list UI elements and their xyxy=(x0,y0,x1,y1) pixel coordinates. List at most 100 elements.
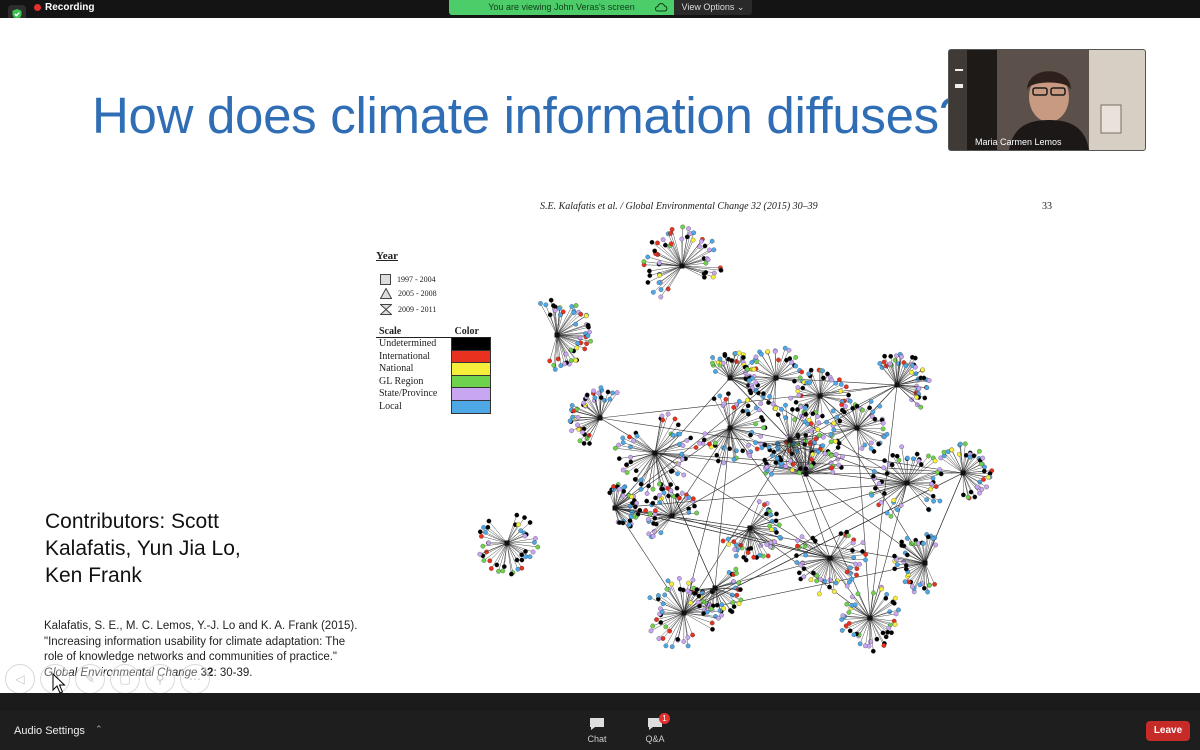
network-node xyxy=(581,441,587,446)
network-node xyxy=(732,547,738,552)
network-node xyxy=(558,363,564,369)
network-node xyxy=(790,407,795,412)
network-node xyxy=(551,303,556,308)
network-hub xyxy=(554,332,560,338)
network-node xyxy=(833,380,839,386)
network-node xyxy=(710,626,715,632)
video-menu-icon[interactable] xyxy=(955,69,963,71)
network-node xyxy=(881,465,887,471)
network-node xyxy=(658,287,664,292)
network-node xyxy=(840,613,846,619)
network-node xyxy=(795,543,800,549)
network-node xyxy=(621,488,627,494)
chevron-up-icon[interactable]: ⌃ xyxy=(95,724,103,735)
qa-button[interactable]: 1 Q&A xyxy=(635,713,675,744)
network-node xyxy=(892,595,898,601)
network-node xyxy=(717,393,723,399)
network-node xyxy=(674,485,680,491)
video-option-icon[interactable] xyxy=(955,84,963,88)
network-node xyxy=(821,434,826,440)
network-node xyxy=(701,437,707,443)
network-node xyxy=(723,396,729,402)
previous-slide-icon[interactable]: ◁ xyxy=(5,664,35,693)
network-node xyxy=(882,491,887,496)
slides-icon[interactable]: ▢ xyxy=(110,664,140,693)
network-node xyxy=(961,492,966,498)
network-node xyxy=(690,632,695,638)
network-node xyxy=(863,552,869,557)
network-node xyxy=(972,494,978,500)
contributors-text: Contributors: Scott Kalafatis, Yun Jia L… xyxy=(45,510,241,587)
network-node xyxy=(665,286,671,292)
network-node xyxy=(588,338,593,344)
more-options-icon[interactable]: ⋯ xyxy=(180,664,210,693)
network-node xyxy=(768,512,774,518)
recording-indicator[interactable]: Recording xyxy=(34,2,94,13)
network-node xyxy=(958,441,963,447)
view-options-button[interactable]: View Options ⌄ xyxy=(674,0,752,15)
network-node xyxy=(709,238,715,244)
network-node xyxy=(880,420,886,426)
network-node xyxy=(888,353,894,359)
network-node xyxy=(676,461,681,467)
network-node xyxy=(774,530,779,535)
network-node xyxy=(631,438,636,444)
network-node xyxy=(657,260,662,266)
audio-settings-button[interactable]: Audio Settings xyxy=(14,725,85,737)
network-node xyxy=(899,354,904,360)
network-node xyxy=(967,454,973,460)
network-node xyxy=(884,592,890,597)
network-node xyxy=(808,367,814,373)
network-hub xyxy=(727,375,733,381)
network-node xyxy=(909,584,915,590)
network-node xyxy=(764,542,770,547)
network-hub xyxy=(867,615,873,621)
network-node xyxy=(658,294,664,300)
network-node xyxy=(949,447,955,453)
citation-pages: : 30-39. xyxy=(213,666,253,679)
network-node xyxy=(854,572,859,578)
network-node xyxy=(651,521,656,526)
network-node xyxy=(758,401,764,406)
leave-button[interactable]: Leave xyxy=(1146,721,1190,741)
network-node xyxy=(571,310,577,316)
network-node xyxy=(838,388,844,394)
network-node xyxy=(703,260,709,266)
network-node xyxy=(680,443,686,448)
network-hub xyxy=(817,393,823,399)
network-node xyxy=(669,644,675,650)
network-node xyxy=(772,349,778,354)
network-node xyxy=(775,412,781,418)
network-node xyxy=(679,490,685,496)
hourglass-icon xyxy=(380,304,392,315)
network-node xyxy=(751,554,757,560)
network-node xyxy=(665,411,671,417)
network-node xyxy=(686,226,691,231)
zoom-icon[interactable]: ⚲ xyxy=(145,664,175,693)
network-node xyxy=(761,391,766,396)
network-node xyxy=(715,458,721,464)
network-node xyxy=(904,535,910,541)
network-hub xyxy=(679,263,685,269)
network-node xyxy=(930,536,936,541)
network-node xyxy=(650,623,656,629)
network-node xyxy=(872,416,878,422)
pen-icon[interactable]: ✎ xyxy=(75,664,105,693)
triangle-icon xyxy=(380,288,392,299)
participant-video[interactable]: Maria Carmen Lemos xyxy=(948,49,1146,151)
network-node xyxy=(933,542,938,548)
network-node xyxy=(574,406,580,412)
network-node xyxy=(522,515,527,520)
network-node xyxy=(627,434,632,440)
network-node xyxy=(932,458,938,464)
network-node xyxy=(754,359,760,365)
network-hub xyxy=(504,540,510,546)
network-node xyxy=(711,270,717,276)
cloud-icon xyxy=(654,3,668,12)
network-node xyxy=(694,510,699,516)
network-node xyxy=(486,518,492,524)
scale-label: Undetermined xyxy=(379,338,437,350)
network-node xyxy=(567,418,573,424)
chat-button[interactable]: Chat xyxy=(577,717,617,744)
network-node xyxy=(974,484,980,490)
